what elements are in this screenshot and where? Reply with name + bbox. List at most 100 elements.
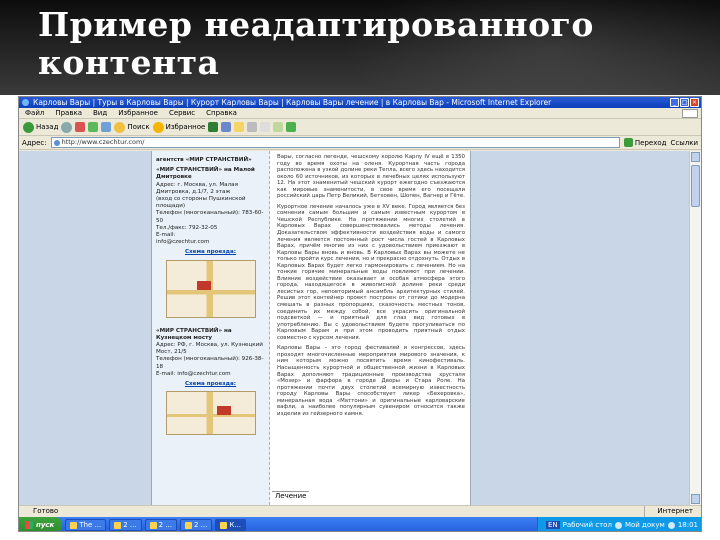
menu-item[interactable]: Сервис (169, 108, 195, 118)
window-title: Карловы Вары | Туры в Карловы Вары | Кур… (33, 98, 552, 107)
taskbar-button-label: 2 ... (123, 521, 137, 529)
statusbar: Готово Интернет (19, 505, 701, 517)
route-map-link[interactable]: Схема проезда: (156, 381, 265, 388)
scroll-thumb[interactable] (691, 165, 700, 207)
menu-item[interactable]: Правка (55, 108, 82, 118)
refresh-icon[interactable] (88, 122, 99, 132)
minimize-button[interactable]: _ (670, 98, 679, 107)
home-icon[interactable] (101, 122, 112, 132)
stop-icon[interactable] (75, 122, 86, 132)
back-button[interactable]: Назад (23, 121, 58, 134)
messenger-icon[interactable] (286, 122, 297, 132)
taskbar-window-button[interactable]: 2 ... (109, 519, 142, 531)
toolbar: Назад Поиск Избранное (19, 119, 701, 136)
go-label: Переход (634, 138, 667, 147)
taskbar-button-label: К... (229, 521, 241, 529)
language-indicator[interactable]: EN (546, 521, 560, 529)
taskbar-window-button[interactable]: The ... (65, 519, 107, 531)
address-label: Адрес: (22, 138, 47, 147)
task-buttons: The ... 2 ... 2 ... 2 ... К... (62, 519, 246, 531)
contact-line: Адрес: РФ, г. Москва, ул. Кузнецкий Мост… (156, 342, 263, 356)
window-buttons: _ □ × (670, 98, 699, 107)
scroll-up-button[interactable] (691, 152, 700, 162)
volume-icon[interactable] (667, 521, 675, 529)
security-zone: Интернет (644, 506, 693, 517)
status-text: Готово (33, 507, 59, 515)
start-button[interactable]: пуск (19, 517, 63, 531)
close-button[interactable]: × (690, 98, 699, 107)
contact-line: Телефон (многоканальный): 926-38-18 (156, 356, 264, 370)
taskbar-button-label: 2 ... (158, 521, 172, 529)
favorites-label: Избранное (165, 123, 206, 131)
contact-line: E-mail: (156, 232, 176, 239)
menu-item[interactable]: Вид (93, 108, 107, 118)
start-label: пуск (36, 521, 55, 529)
menu-item[interactable]: Файл (25, 108, 44, 118)
favorites-button[interactable]: Избранное (152, 121, 206, 134)
taskbar-button-label: The ... (79, 521, 102, 529)
network-icon[interactable] (614, 521, 622, 529)
media-icon[interactable] (208, 122, 219, 132)
window-icon (114, 521, 122, 529)
article-paragraph: Карловы Вары – это город фестивалей и ко… (277, 345, 465, 417)
window-titlebar[interactable]: Карловы Вары | Туры в Карловы Вары | Кур… (19, 97, 701, 108)
print-icon[interactable] (247, 122, 258, 132)
my-documents-label[interactable]: Мой докум (625, 521, 665, 529)
contact-line: E-mail: info@czechtur.com (156, 370, 231, 377)
window-icon (149, 521, 157, 529)
forward-arrow-icon[interactable] (61, 121, 73, 133)
clock: 18:01 (677, 521, 698, 529)
history-icon[interactable] (221, 122, 232, 132)
menubar: Файл Правка Вид Избранное Сервис Справка (19, 108, 701, 119)
go-arrow-icon (623, 138, 633, 147)
links-label[interactable]: Ссылки (670, 139, 698, 147)
address-input[interactable]: http://www.czechtur.com/ (50, 137, 620, 148)
route-map-link[interactable]: Схема проезда: (156, 249, 265, 256)
taskbar-window-button[interactable]: К... (215, 519, 246, 531)
menu-item[interactable]: Справка (206, 108, 237, 118)
contact-line: Адрес: г. Москва, ул. Малая Дмитровка, д… (156, 181, 238, 195)
window-icon (220, 521, 228, 529)
window-icon (184, 521, 192, 529)
page-viewport: агентств «МИР СТРАНСТВИЙ» «МИР СТРАНСТВИЙ… (19, 151, 701, 505)
section-heading-lechenie[interactable]: Лечение (272, 491, 310, 500)
discuss-icon[interactable] (273, 122, 284, 132)
search-label: Поиск (127, 123, 150, 131)
taskbar: пуск The ... 2 ... 2 ... 2 ... К... EN Рабоч… (19, 517, 701, 531)
search-button[interactable]: Поиск (114, 121, 150, 134)
windows-logo-icon (682, 109, 698, 118)
mail-icon[interactable] (234, 122, 245, 132)
maximize-button[interactable]: □ (680, 98, 689, 107)
menu-item[interactable]: Избранное (118, 108, 158, 118)
browser-screenshot: Карловы Вары | Туры в Карловы Вары | Кур… (18, 96, 702, 532)
route-map-image[interactable] (165, 259, 256, 318)
addressbar: Адрес: http://www.czechtur.com/ Переход … (19, 136, 701, 150)
back-label: Назад (36, 123, 59, 131)
taskbar-window-button[interactable]: 2 ... (144, 519, 177, 531)
system-tray: EN Рабочий стол Мой докум 18:01 (537, 517, 701, 531)
contact-line: info@czechtur.com (156, 239, 210, 246)
article-paragraph: Вары, согласно легенде, чешскому королю … (277, 154, 465, 200)
search-icon (114, 121, 126, 133)
page-content: агентств «МИР СТРАНСТВИЙ» «МИР СТРАНСТВИЙ… (151, 151, 471, 505)
scroll-down-button[interactable] (691, 494, 700, 504)
vertical-scrollbar[interactable] (689, 151, 701, 505)
taskbar-window-button[interactable]: 2 ... (179, 519, 213, 531)
edit-icon[interactable] (260, 122, 271, 132)
back-arrow-icon (23, 121, 34, 133)
go-button[interactable]: Переход (623, 138, 667, 147)
slide-title: Пример неадаптированного контента (38, 5, 594, 82)
desktop-label[interactable]: Рабочий стол (563, 521, 612, 529)
taskbar-button-label: 2 ... (193, 521, 208, 529)
star-icon (152, 121, 164, 133)
contact-line: Тел./факс: 792-32-05 (156, 224, 218, 231)
ie-icon (22, 99, 29, 106)
slide-title-bar: Пример неадаптированного контента (0, 0, 720, 95)
windows-flag-icon (25, 521, 33, 529)
route-map-image[interactable] (165, 391, 256, 436)
contact-line: Телефон (многоканальный): 783-60-50 (156, 210, 264, 224)
office-heading: «МИР СТРАНСТВИЙ» на Малой Дмитровке (156, 167, 255, 181)
article-paragraph: Курортное лечение началось уже в XV веке… (277, 203, 465, 341)
contacts-column: агентств «МИР СТРАНСТВИЙ» «МИР СТРАНСТВИЙ… (152, 151, 270, 505)
